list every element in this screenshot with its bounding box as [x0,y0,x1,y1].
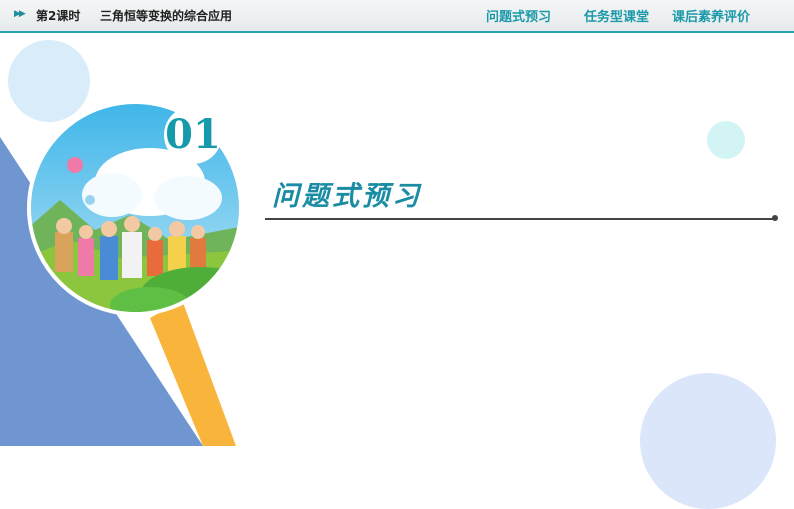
decor-circle-lavender [640,373,776,509]
nav-link-classroom[interactable]: 任务型课堂 [584,6,649,25]
lesson-label: 第2课时 [36,9,81,23]
decor-circle-mint [707,121,745,159]
double-chevron-right-icon: ▶▶ [14,9,26,19]
heading-underline [265,218,775,220]
header-bar: ▶▶ 第2课时 三角恒等变换的综合应用 问题式预习 任务型课堂 课后素养评价 [0,0,794,33]
lesson-title: 三角恒等变换的综合应用 [100,9,233,23]
decor-circle-light-blue [8,40,90,122]
section-heading: 问题式预习 [272,181,422,212]
nav-link-preview[interactable]: 问题式预习 [486,6,551,25]
illustration-layer [0,100,243,446]
underline-end-dot [772,215,778,221]
nav-link-evaluation[interactable]: 课后素养评价 [672,6,750,25]
section-number: 01 [164,106,222,164]
